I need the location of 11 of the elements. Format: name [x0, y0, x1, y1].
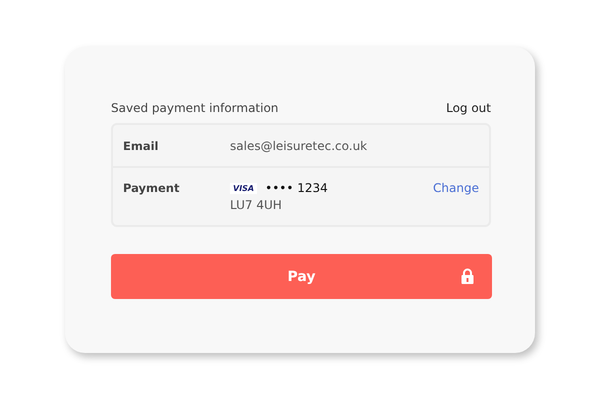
email-value: sales@leisuretec.co.uk: [230, 138, 368, 152]
field-label: Payment: [123, 181, 180, 195]
postcode: LU7 4UH: [230, 198, 283, 212]
pay-button[interactable]: Pay: [111, 254, 492, 299]
log-out-link[interactable]: Log out: [446, 101, 491, 115]
change-link[interactable]: Change: [433, 181, 479, 195]
field-label: Email: [123, 138, 160, 152]
section-title: Saved payment information: [111, 101, 278, 115]
card-brand-logo: VISA: [230, 182, 258, 194]
card-number: •••• 1234: [265, 181, 328, 195]
lock-icon: [461, 268, 474, 284]
